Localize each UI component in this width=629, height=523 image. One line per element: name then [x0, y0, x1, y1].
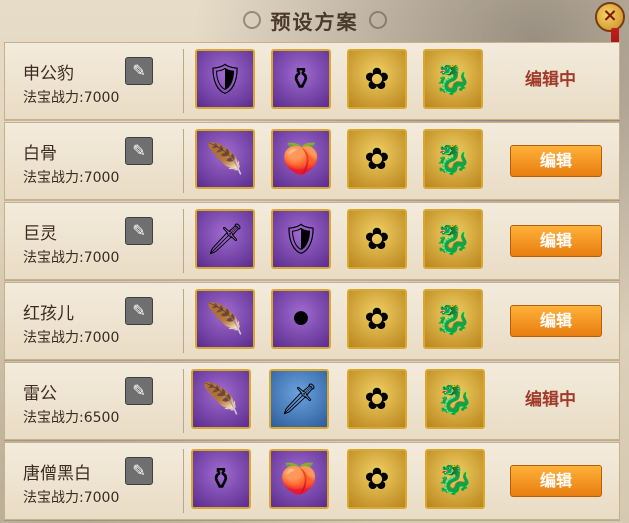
treasure-slot-3[interactable]: ✿ [347, 129, 407, 189]
left-swirl-icon [242, 11, 261, 29]
divider [183, 129, 184, 193]
treasure-slot-1[interactable]: 🛡 [195, 49, 255, 109]
pot-icon: ⚱ [288, 61, 314, 97]
treasure-slot-3[interactable]: ✿ [347, 49, 407, 109]
treasure-slot-3[interactable]: ✿ [347, 289, 407, 349]
editing-status: 编辑中 [525, 70, 576, 90]
feather-blade-icon: 🪶 [202, 381, 240, 417]
lotus-icon: ✿ [364, 301, 390, 337]
sword-icon: 🗡 [205, 221, 245, 257]
dragon-icon: 🐉 [436, 461, 474, 497]
peach-icon: 🍑 [282, 141, 320, 177]
feather-blade-icon: 🪶 [206, 141, 244, 177]
sword-icon: 🗡 [279, 381, 319, 417]
armor-icon: 🛡 [281, 221, 321, 257]
knife-edit-icon[interactable]: ✎ [125, 137, 153, 165]
divider [183, 209, 184, 273]
treasure-power: 法宝战力:7000 [23, 330, 120, 346]
treasure-power: 法宝战力:7000 [23, 90, 120, 106]
treasure-slot-1[interactable]: 🗡 [195, 209, 255, 269]
preset-row-2: 白骨 法宝战力:7000 ✎ 🪶 🍑 ✿ 🐉 编辑 [4, 122, 620, 200]
knife-edit-icon[interactable]: ✎ [125, 217, 153, 245]
knife-edit-icon[interactable]: ✎ [125, 297, 153, 325]
edit-button[interactable]: 编辑 [510, 225, 602, 257]
treasure-slot-2[interactable]: ⚱ [271, 49, 331, 109]
treasure-slot-4[interactable]: 🐉 [425, 449, 485, 509]
treasure-power: 法宝战力:7000 [23, 490, 120, 506]
knife-edit-icon[interactable]: ✎ [125, 457, 153, 485]
treasure-slot-1[interactable]: 🪶 [195, 129, 255, 189]
lotus-icon: ✿ [364, 61, 390, 97]
divider [183, 49, 184, 113]
divider [183, 449, 184, 513]
character-name: 唐僧黑白 [23, 464, 91, 484]
dragon-icon: 🐉 [434, 61, 472, 97]
treasure-slot-3[interactable]: ✿ [347, 369, 407, 429]
vase-icon: ⚱ [208, 461, 234, 497]
treasure-slot-4[interactable]: 🐉 [425, 369, 485, 429]
treasure-power: 法宝战力:7000 [23, 250, 120, 266]
dragon-icon: 🐉 [434, 141, 472, 177]
lotus-icon: ✿ [364, 381, 390, 417]
preset-row-5: 雷公 法宝战力:6500 ✎ 🪶 🗡 ✿ 🐉 编辑中 [4, 362, 620, 440]
edit-button[interactable]: 编辑 [510, 305, 602, 337]
divider [183, 289, 184, 353]
lotus-icon: ✿ [364, 141, 390, 177]
treasure-slot-4[interactable]: 🐉 [423, 289, 483, 349]
gourd-icon: ⚫ [288, 301, 314, 337]
edit-button[interactable]: 编辑 [510, 145, 602, 177]
treasure-slot-1[interactable]: 🪶 [195, 289, 255, 349]
edit-button[interactable]: 编辑 [510, 465, 602, 497]
treasure-slot-4[interactable]: 🐉 [423, 49, 483, 109]
treasure-slot-2[interactable]: 🍑 [271, 129, 331, 189]
treasure-slot-3[interactable]: ✿ [347, 209, 407, 269]
treasure-slot-1[interactable]: ⚱ [191, 449, 251, 509]
treasure-slot-2[interactable]: 🛡 [271, 209, 331, 269]
close-icon[interactable]: × [595, 2, 625, 32]
dragon-icon: 🐉 [434, 301, 472, 337]
character-name: 雷公 [23, 384, 57, 404]
knife-edit-icon[interactable]: ✎ [125, 57, 153, 85]
treasure-slot-2[interactable]: 🗡 [269, 369, 329, 429]
armor-icon: 🛡 [205, 61, 245, 97]
treasure-slot-2[interactable]: ⚫ [271, 289, 331, 349]
treasure-slot-4[interactable]: 🐉 [423, 209, 483, 269]
lotus-icon: ✿ [364, 461, 390, 497]
treasure-slot-1[interactable]: 🪶 [191, 369, 251, 429]
dragon-icon: 🐉 [436, 381, 474, 417]
preset-row-4: 红孩儿 法宝战力:7000 ✎ 🪶 ⚫ ✿ 🐉 编辑 [4, 282, 620, 360]
character-name: 红孩儿 [23, 304, 74, 324]
page-title: 预设方案 [270, 9, 359, 34]
character-name: 申公豹 [23, 64, 74, 84]
treasure-slot-3[interactable]: ✿ [347, 449, 407, 509]
preset-row-1: 申公豹 法宝战力:7000 ✎ 🛡 ⚱ ✿ 🐉 编辑中 [4, 42, 620, 120]
treasure-power: 法宝战力:6500 [23, 410, 120, 426]
divider [183, 369, 184, 433]
editing-status: 编辑中 [525, 390, 576, 410]
peach-icon: 🍑 [280, 461, 318, 497]
character-name: 白骨 [23, 144, 57, 164]
treasure-slot-2[interactable]: 🍑 [269, 449, 329, 509]
character-name: 巨灵 [23, 224, 57, 244]
preset-row-3: 巨灵 法宝战力:7000 ✎ 🗡 🛡 ✿ 🐉 编辑 [4, 202, 620, 280]
dragon-icon: 🐉 [434, 221, 472, 257]
treasure-slot-4[interactable]: 🐉 [423, 129, 483, 189]
treasure-power: 法宝战力:7000 [23, 170, 120, 186]
knife-edit-icon[interactable]: ✎ [125, 377, 153, 405]
feather-blade-icon: 🪶 [206, 301, 244, 337]
preset-row-6: 唐僧黑白 法宝战力:7000 ✎ ⚱ 🍑 ✿ 🐉 编辑 [4, 442, 620, 520]
lotus-icon: ✿ [364, 221, 390, 257]
right-swirl-icon [368, 11, 387, 29]
panel-header: 预设方案 [0, 0, 629, 40]
